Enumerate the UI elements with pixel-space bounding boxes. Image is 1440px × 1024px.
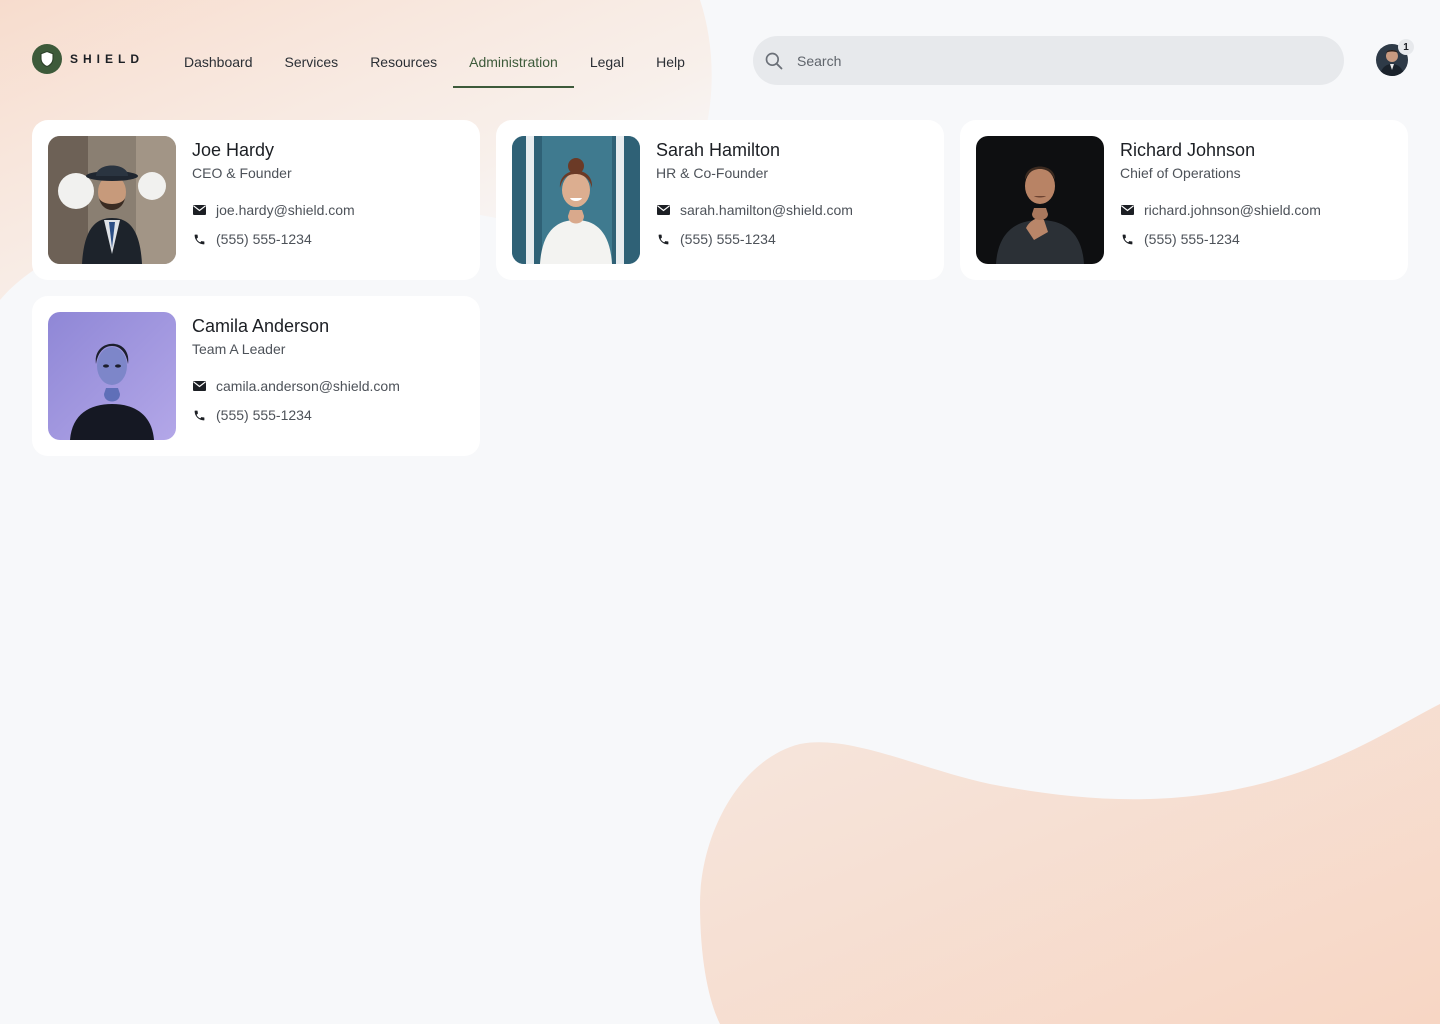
- contact-card[interactable]: Camila Anderson Team A Leader camila.and…: [32, 296, 480, 456]
- contact-email[interactable]: sarah.hamilton@shield.com: [680, 201, 853, 219]
- contact-info: Richard Johnson Chief of Operations rich…: [1120, 136, 1321, 264]
- nav-services[interactable]: Services: [269, 36, 355, 88]
- nav-label: Administration: [469, 54, 558, 70]
- nav-legal[interactable]: Legal: [574, 36, 640, 88]
- contact-role: Team A Leader: [192, 341, 286, 357]
- contact-phone[interactable]: (555) 555-1234: [680, 230, 776, 248]
- contact-name: Joe Hardy: [192, 140, 275, 160]
- contact-phone-row[interactable]: (555) 555-1234: [1120, 230, 1321, 248]
- main-nav: Dashboard Services Resources Administrat…: [168, 36, 701, 88]
- search-icon[interactable]: [763, 50, 785, 72]
- contact-role: Chief of Operations: [1120, 165, 1241, 181]
- contact-info: Camila Anderson Team A Leader camila.and…: [192, 312, 400, 440]
- phone-icon: [1120, 232, 1134, 246]
- contact-card[interactable]: Richard Johnson Chief of Operations rich…: [960, 120, 1408, 280]
- phone-icon: [656, 232, 670, 246]
- contact-role: CEO & Founder: [192, 165, 292, 181]
- contact-name: Camila Anderson: [192, 316, 330, 336]
- contact-phone-row[interactable]: (555) 555-1234: [192, 406, 400, 424]
- nav-resources[interactable]: Resources: [354, 36, 453, 88]
- search-input[interactable]: [795, 51, 1319, 70]
- contact-email-row[interactable]: joe.hardy@shield.com: [192, 201, 355, 219]
- phone-icon: [192, 408, 206, 422]
- contact-email-row[interactable]: sarah.hamilton@shield.com: [656, 201, 853, 219]
- nav-label: Dashboard: [184, 54, 253, 70]
- envelope-icon: [1120, 203, 1134, 217]
- contact-photo: [48, 312, 176, 440]
- contact-cards: Joe Hardy CEO & Founder joe.hardy@shield…: [32, 120, 1408, 456]
- nav-help[interactable]: Help: [640, 36, 701, 88]
- contact-email[interactable]: richard.johnson@shield.com: [1144, 201, 1321, 219]
- contact-photo: [976, 136, 1104, 264]
- envelope-icon: [192, 379, 206, 393]
- contact-email[interactable]: joe.hardy@shield.com: [216, 201, 355, 219]
- contact-phone[interactable]: (555) 555-1234: [216, 406, 312, 424]
- contact-phone[interactable]: (555) 555-1234: [216, 230, 312, 248]
- brand-logo[interactable]: SHIELD: [32, 44, 144, 74]
- contact-phone-row[interactable]: (555) 555-1234: [192, 230, 355, 248]
- phone-icon: [192, 232, 206, 246]
- nav-administration[interactable]: Administration: [453, 36, 574, 88]
- contact-phone-row[interactable]: (555) 555-1234: [656, 230, 853, 248]
- envelope-icon: [192, 203, 206, 217]
- nav-dashboard[interactable]: Dashboard: [168, 36, 269, 88]
- notification-badge: 1: [1398, 39, 1414, 55]
- contact-name: Richard Johnson: [1120, 140, 1256, 160]
- contact-card[interactable]: Sarah Hamilton HR & Co-Founder sarah.ham…: [496, 120, 944, 280]
- contact-phone[interactable]: (555) 555-1234: [1144, 230, 1240, 248]
- contact-info: Joe Hardy CEO & Founder joe.hardy@shield…: [192, 136, 355, 264]
- contact-photo: [512, 136, 640, 264]
- search-bar: [753, 36, 1344, 85]
- contact-name: Sarah Hamilton: [656, 140, 781, 160]
- page: SHIELD Dashboard Services Resources Admi…: [0, 0, 1440, 1024]
- envelope-icon: [656, 203, 670, 217]
- contact-role: HR & Co-Founder: [656, 165, 769, 181]
- contact-card[interactable]: Joe Hardy CEO & Founder joe.hardy@shield…: [32, 120, 480, 280]
- background-blob-bottom: [700, 704, 1440, 1024]
- nav-label: Resources: [370, 54, 438, 70]
- contact-email-row[interactable]: richard.johnson@shield.com: [1120, 201, 1321, 219]
- contact-email-row[interactable]: camila.anderson@shield.com: [192, 377, 400, 395]
- contact-info: Sarah Hamilton HR & Co-Founder sarah.ham…: [656, 136, 853, 264]
- top-header: SHIELD Dashboard Services Resources Admi…: [0, 0, 1440, 120]
- brand-name: SHIELD: [70, 52, 145, 66]
- nav-label: Services: [284, 54, 339, 70]
- contact-photo: [48, 136, 176, 264]
- shield-icon: [32, 44, 62, 74]
- nav-label: Help: [656, 54, 685, 70]
- nav-label: Legal: [589, 54, 625, 70]
- contact-email[interactable]: camila.anderson@shield.com: [216, 377, 400, 395]
